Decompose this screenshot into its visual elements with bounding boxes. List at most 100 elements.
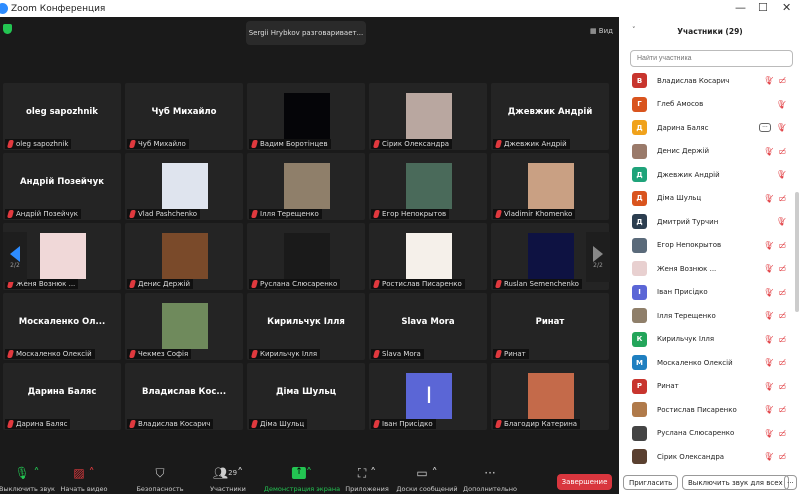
security-label: Безопасность [136,485,184,493]
video-tile[interactable]: oleg sapozhnik oleg sapozhnik [3,83,121,150]
end-meeting-button[interactable]: Завершение [557,474,612,490]
video-tile[interactable]: Сірик Олександра [369,83,487,150]
participant-row[interactable]: Д Джевжик Андрій 🎙︎̸ [620,163,792,187]
video-tile[interactable]: Денис Держій [125,223,243,290]
video-tile[interactable]: Чуб Михайло Чуб Михайло [125,83,243,150]
close-button[interactable]: ✕ [782,1,791,14]
mic-muted-icon[interactable]: 🎙︎̸ [763,452,773,461]
mic-muted-icon[interactable]: 🎙︎̸ [776,123,786,132]
mic-muted-icon[interactable]: 🎙︎̸ [763,358,773,367]
maximize-button[interactable]: ☐ [758,1,768,14]
participant-row[interactable]: Сірик Олександра 🎙︎̸ ▭̸ [620,445,792,469]
mic-muted-icon[interactable]: 🎙︎̸ [763,147,773,156]
participant-row[interactable]: В Владислав Косарич 🎙︎̸ ▭̸ [620,69,792,93]
video-tile[interactable]: Кирильчук Ілля Кирильчук Ілля [247,293,365,360]
video-tile[interactable]: Дарина Баляс Дарина Баляс [3,363,121,430]
share-screen-button[interactable]: ↑ ˄ Демонстрация экрана [264,465,340,493]
shield-icon: ⛉ [155,465,165,480]
participant-row[interactable]: Д Дарина Баляс ··· 🎙︎̸ [620,116,792,140]
video-off-icon[interactable]: ▭̸ [778,241,786,250]
security-button[interactable]: ⛉ Безопасность [136,465,184,494]
participant-row[interactable]: М Москаленко Олексій 🎙︎̸ ▭̸ [620,351,792,375]
more-button[interactable]: ··· Дополнительно [463,465,517,493]
video-tile[interactable]: Vlad Pashchenko [125,153,243,220]
video-tile[interactable]: Москаленко Ол... Москаленко Олексій [3,293,121,360]
encryption-shield-icon[interactable] [3,24,12,34]
video-off-icon[interactable]: ▭̸ [778,382,786,391]
mic-muted-icon[interactable]: 🎙︎̸ [763,382,773,391]
mic-muted-icon[interactable]: 🎙︎̸ [776,100,786,109]
whiteboards-button[interactable]: ▭ ˄ Доски сообщений [396,465,457,493]
participant-row[interactable]: Егор Непокрытов 🎙︎̸ ▭̸ [620,234,792,258]
participant-row[interactable]: Руслана Слюсаренко 🎙︎̸ ▭̸ [620,422,792,446]
video-tile[interactable]: Джевжик Андрій Джевжик Андрій [491,83,609,150]
mic-muted-icon [250,420,259,428]
mic-muted-icon[interactable]: 🎙︎̸ [763,405,773,414]
video-off-icon[interactable]: ▭̸ [778,76,786,85]
video-tile[interactable]: Ринат Ринат [491,293,609,360]
video-tile[interactable]: Владислав Кос... Владислав Косарич [125,363,243,430]
mic-muted-icon[interactable]: 🎙︎̸ [763,264,773,273]
participant-row[interactable]: Ростислав Писаренко 🎙︎̸ ▭̸ [620,398,792,422]
video-tile[interactable]: Ілля Терещенко [247,153,365,220]
mic-muted-icon[interactable]: 🎙︎̸ [763,241,773,250]
participants-button[interactable]: 👥︎ 29 ˄ Участники [210,465,246,493]
video-tile[interactable]: І Іван Присідко [369,363,487,430]
avatar-letter: Д [636,123,643,132]
participant-name: Глеб Амосов [657,100,704,109]
participant-row[interactable]: Денис Держій 🎙︎̸ ▭̸ [620,140,792,164]
video-off-icon[interactable]: ▭̸ [778,429,786,438]
next-page-button[interactable]: 2/2 [586,232,610,282]
mute-all-button[interactable]: Выключить звук для всех [682,475,789,490]
participant-name: Москаленко Олексій [657,358,733,367]
video-tile[interactable]: Діма Шульц Діма Шульц [247,363,365,430]
video-tile[interactable]: Ростислав Писаренко [369,223,487,290]
participant-more-button[interactable]: ··· [759,123,771,133]
video-off-icon[interactable]: ▭̸ [778,288,786,297]
participant-row[interactable]: Женя Вознюк ... 🎙︎̸ ▭̸ [620,257,792,281]
video-tile[interactable]: Руслана Слюсаренко [247,223,365,290]
video-off-icon[interactable]: ▭̸ [778,358,786,367]
participant-avatar [162,303,208,349]
panel-more-button[interactable]: ··· [784,475,797,490]
mic-muted-icon[interactable]: 🎙︎̸ [763,429,773,438]
participant-row[interactable]: К Кирильчук Ілля 🎙︎̸ ▭̸ [620,328,792,352]
video-tile[interactable]: Slava Mora Slava Mora [369,293,487,360]
mic-muted-icon[interactable]: 🎙︎̸ [776,170,786,179]
participant-row[interactable]: Д Діма Шульц 🎙︎̸ ▭̸ [620,187,792,211]
video-tile[interactable]: Vladimir Khomenko [491,153,609,220]
mic-muted-icon[interactable]: 🎙︎̸ [776,217,786,226]
mic-muted-icon[interactable]: 🎙︎̸ [763,288,773,297]
start-video-button[interactable]: ▨ ˄ Начать видео [61,465,108,493]
mute-button[interactable]: 🎙︎ ˄ Выключить звук [0,465,55,493]
mic-muted-icon[interactable]: 🎙︎̸ [763,335,773,344]
panel-scrollbar[interactable] [795,192,799,312]
video-off-icon[interactable]: ▭̸ [778,405,786,414]
participant-row[interactable]: Г Глеб Амосов 🎙︎̸ [620,93,792,117]
video-tile[interactable]: Егор Непокрытов [369,153,487,220]
participant-search-input[interactable] [630,50,793,67]
participant-row[interactable]: І Іван Присідко 🎙︎̸ ▭̸ [620,281,792,305]
participant-row[interactable]: Д Дмитрий Турчин 🎙︎̸ [620,210,792,234]
video-tile[interactable]: Вадим Боротінцев [247,83,365,150]
prev-page-button[interactable]: 2/2 [3,232,27,282]
mic-muted-icon[interactable]: 🎙︎̸ [763,194,773,203]
video-off-icon[interactable]: ▭̸ [778,452,786,461]
view-button[interactable]: ▦ Вид [590,27,613,35]
video-off-icon[interactable]: ▭̸ [778,264,786,273]
video-off-icon[interactable]: ▭̸ [778,147,786,156]
apps-button[interactable]: ⛶ ˄ Приложения [345,465,389,494]
mic-muted-icon[interactable]: 🎙︎̸ [763,311,773,320]
video-tile[interactable]: Благодир Катерина [491,363,609,430]
participant-row[interactable]: Р Ринат 🎙︎̸ ▭̸ [620,375,792,399]
invite-button[interactable]: Пригласить [623,475,679,490]
video-tile[interactable]: Андрій Позейчук Андрій Позейчук [3,153,121,220]
video-off-icon[interactable]: ▭̸ [778,311,786,320]
participant-avatar [632,308,647,324]
video-off-icon[interactable]: ▭̸ [778,335,786,344]
mic-muted-icon[interactable]: 🎙︎̸ [763,76,773,85]
video-tile[interactable]: Чекмез Софія [125,293,243,360]
minimize-button[interactable]: — [735,1,746,14]
participant-row[interactable]: Ілля Терещенко 🎙︎̸ ▭̸ [620,304,792,328]
video-off-icon[interactable]: ▭̸ [778,194,786,203]
